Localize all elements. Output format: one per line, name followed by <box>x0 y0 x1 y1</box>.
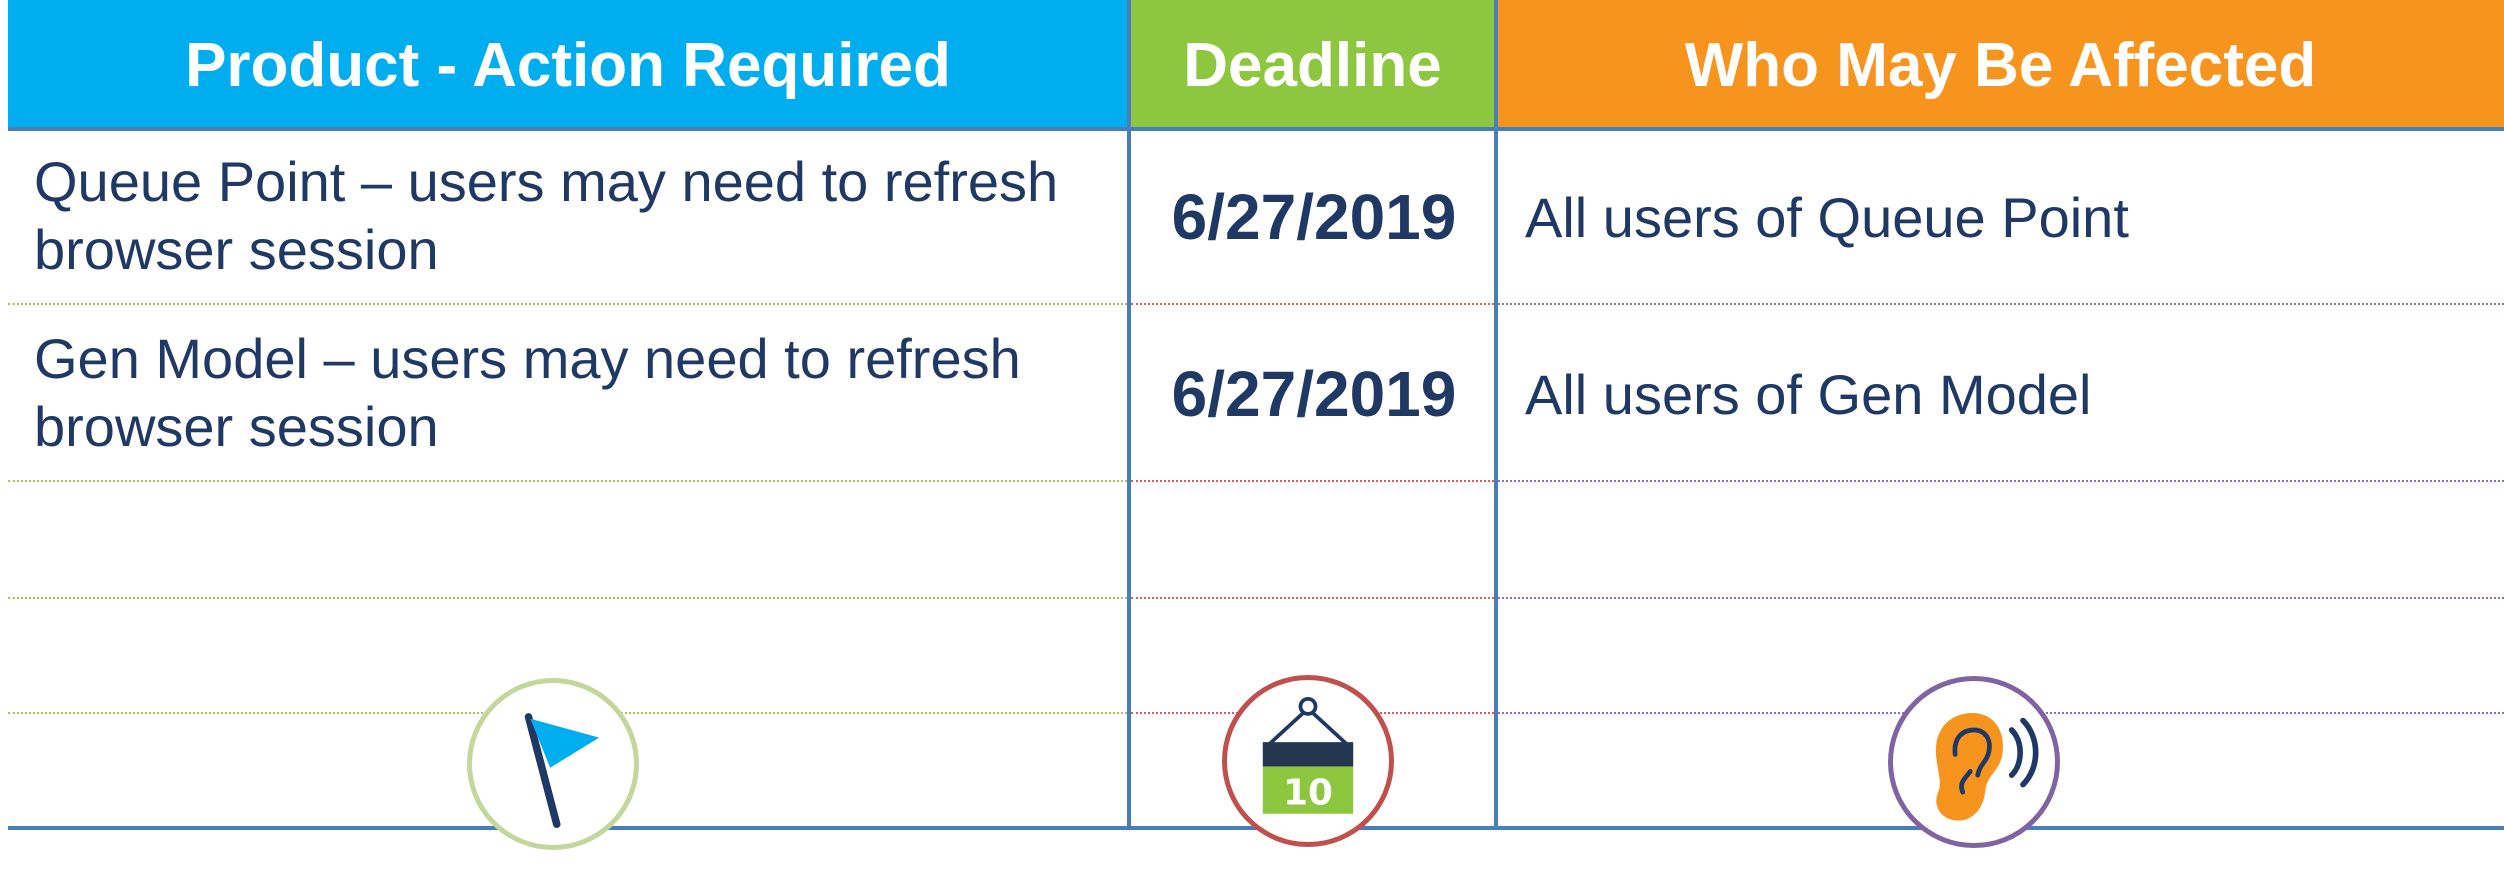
column-divider-1 <box>1127 0 1131 830</box>
row-divider <box>1498 480 2504 482</box>
row-1-product: Queue Point – users may need to refresh … <box>34 150 1059 281</box>
row-2-deadline: 6/27/2019 <box>1171 358 1457 430</box>
row-2-product: Gen Model – users may need to refresh br… <box>34 327 1021 458</box>
calendar-icon: 10 <box>1262 696 1354 814</box>
ear-icon-badge <box>1888 676 2060 848</box>
row-divider <box>8 480 1127 482</box>
row-divider <box>1131 597 1494 599</box>
row-1-deadline: 6/27/2019 <box>1171 181 1457 253</box>
row-divider <box>8 597 1127 599</box>
header-deadline: Deadline <box>1131 0 1494 130</box>
header-who-may-be-affected: Who May Be Affected <box>1497 0 2504 130</box>
header-bottom-rule <box>8 127 2504 131</box>
row-2-who: All users of Gen Model <box>1525 363 2092 426</box>
row-divider <box>1131 303 1494 305</box>
row-divider <box>1498 303 2504 305</box>
flag-icon <box>524 713 600 829</box>
flag-icon-badge <box>467 678 639 850</box>
column-divider-2 <box>1494 0 1498 830</box>
row-divider <box>1131 480 1494 482</box>
header-product-action-required: Product - Action Required <box>8 0 1128 130</box>
calendar-day: 10 <box>1283 772 1333 813</box>
row-1-who: All users of Queue Point <box>1525 186 2129 249</box>
calendar-icon-badge: 10 <box>1222 675 1394 847</box>
ear-listening-icon <box>1935 713 2039 821</box>
row-divider <box>8 303 1127 305</box>
row-divider <box>1498 597 2504 599</box>
